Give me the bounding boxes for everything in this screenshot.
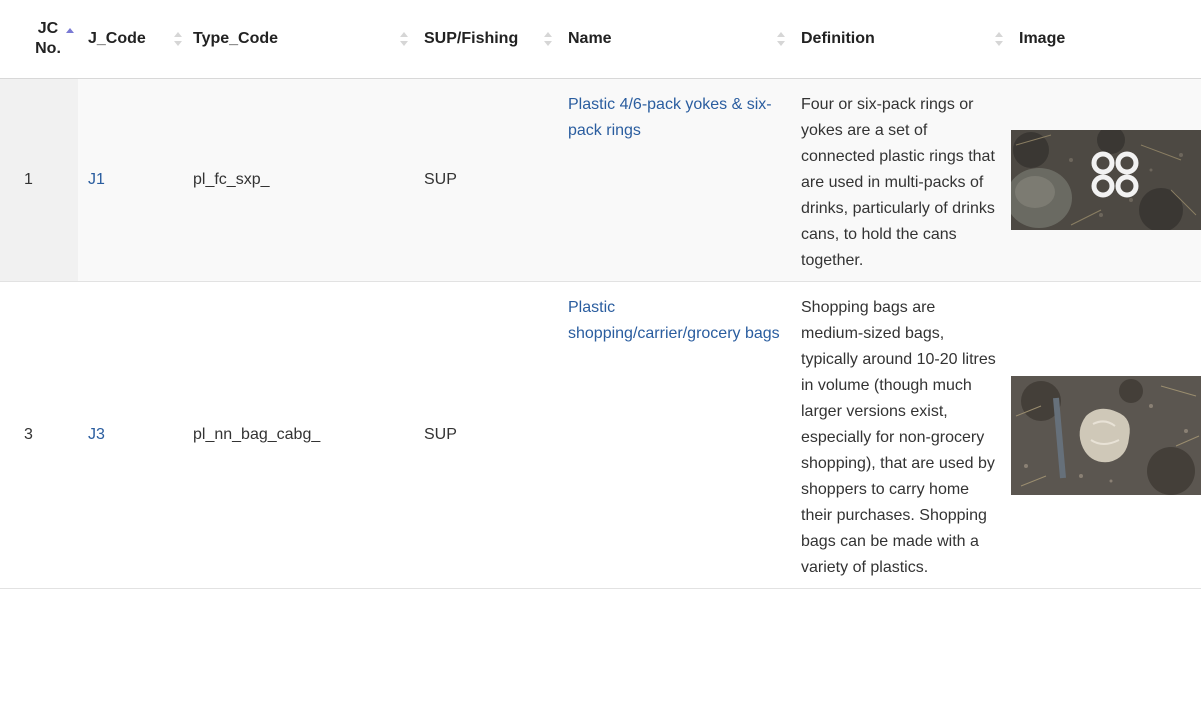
sort-icon [777, 32, 785, 46]
header-row: JC No. J_Code Type_Code SUP/Fishing Name… [0, 0, 1201, 79]
column-header-label: Name [568, 30, 612, 47]
j-code-link[interactable]: J1 [88, 171, 105, 188]
column-header-type-code[interactable]: Type_Code [183, 0, 414, 79]
cell-name: Plastic 4/6-pack yokes & six-pack rings [558, 78, 791, 282]
sort-icon [400, 32, 408, 46]
item-name-link[interactable]: Plastic 4/6-pack yokes & six-pack rings [568, 96, 772, 139]
j-code-link[interactable]: J3 [88, 426, 105, 443]
sort-icon [544, 32, 552, 46]
column-header-jc-no[interactable]: JC No. [0, 0, 78, 79]
table-header: JC No. J_Code Type_Code SUP/Fishing Name… [0, 0, 1201, 79]
cell-sup-fishing: SUP [414, 78, 558, 282]
table-row: 1 J1 pl_fc_sxp_ SUP Plastic 4/6-pack yok… [0, 78, 1201, 282]
column-header-label: Image [1019, 30, 1066, 47]
cell-type-code: pl_nn_bag_cabg_ [183, 281, 414, 589]
shopping-bag-photo[interactable] [1011, 375, 1201, 495]
column-header-name[interactable]: Name [558, 0, 791, 79]
cell-sup-fishing: SUP [414, 281, 558, 589]
cell-definition: Shopping bags are medium-sized bags, typ… [791, 281, 1009, 589]
column-header-image[interactable]: Image [1009, 0, 1201, 79]
column-header-sup-fishing[interactable]: SUP/Fishing [414, 0, 558, 79]
sort-icon [174, 32, 182, 46]
cell-image [1009, 78, 1201, 282]
cell-type-code: pl_fc_sxp_ [183, 78, 414, 282]
cell-j-code: J3 [78, 281, 183, 589]
cell-j-code: J1 [78, 78, 183, 282]
column-header-j-code[interactable]: J_Code [78, 0, 183, 79]
cell-name: Plastic shopping/carrier/grocery bags [558, 281, 791, 589]
sort-icon [995, 32, 1003, 46]
item-name-link[interactable]: Plastic shopping/carrier/grocery bags [568, 299, 780, 342]
cell-jc-no: 1 [0, 78, 78, 282]
column-header-label: J_Code [88, 30, 146, 47]
cell-definition: Four or six-pack rings or yokes are a se… [791, 78, 1009, 282]
column-header-label: Definition [801, 30, 875, 47]
six-pack-rings-photo[interactable] [1011, 130, 1201, 230]
column-header-label: Type_Code [193, 30, 279, 47]
sort-ascending-icon [66, 28, 74, 42]
column-header-label: JC No. [35, 20, 61, 57]
column-header-label: SUP/Fishing [424, 30, 519, 47]
table-row: 3 J3 pl_nn_bag_cabg_ SUP Plastic shoppin… [0, 281, 1201, 589]
column-header-definition[interactable]: Definition [791, 0, 1009, 79]
cell-jc-no: 3 [0, 281, 78, 589]
cell-image [1009, 281, 1201, 589]
table-body: 1 J1 pl_fc_sxp_ SUP Plastic 4/6-pack yok… [0, 78, 1201, 589]
litter-codes-table: JC No. J_Code Type_Code SUP/Fishing Name… [0, 0, 1201, 589]
